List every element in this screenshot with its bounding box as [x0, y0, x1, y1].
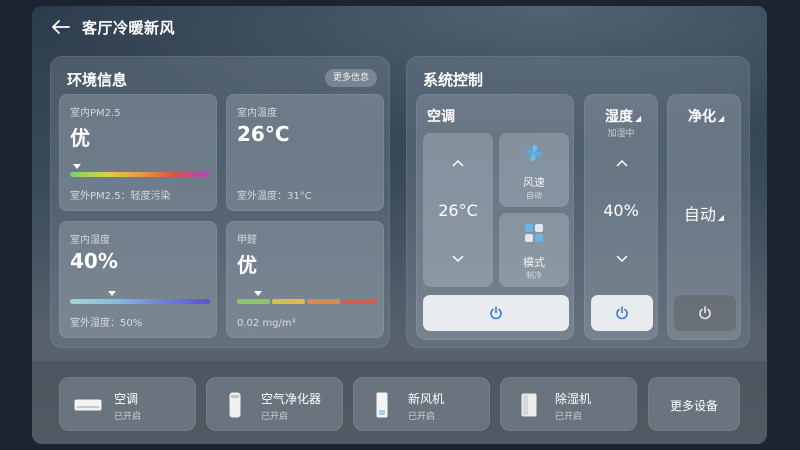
formaldehyde-seg-1 — [237, 299, 270, 304]
purify-control-value: 自动 ◢ — [668, 201, 740, 225]
humidity-label: 室内湿度 — [70, 235, 110, 246]
formaldehyde-seg-4 — [342, 299, 377, 304]
formaldehyde-seg-3 — [307, 299, 340, 304]
arrow-left-icon — [52, 20, 70, 34]
power-icon — [490, 306, 502, 320]
humidity-outdoor: 室外湿度：50% — [70, 318, 143, 329]
mode-grid-icon — [525, 224, 543, 242]
pm25-marker — [73, 164, 81, 169]
humidity-card[interactable]: 室内湿度 40% 室外湿度：50% — [59, 221, 217, 338]
system-control-panel: 系统控制 空调 26°C 风速 自动 模式 制冷 湿度 ◢ 加湿中 40% 净化… — [406, 56, 750, 348]
humidity-control-panel: 湿度 ◢ 加湿中 40% — [584, 94, 658, 340]
ac-temp-value: 26°C — [438, 201, 478, 220]
fresh-air-icon — [368, 392, 396, 418]
air-purifier-icon — [221, 392, 249, 418]
temperature-stepper: 26°C — [423, 133, 493, 287]
device-fresh-air[interactable]: 新风机 已开启 — [353, 377, 490, 431]
device-name: 除湿机 — [555, 392, 592, 406]
expand-corner-icon[interactable]: ◢ — [635, 114, 641, 123]
humidity-control-value: 40% — [603, 201, 639, 220]
pm25-card[interactable]: 室内PM2.5 优 室外PM2.5：轻度污染 — [59, 94, 217, 211]
pm25-label: 室内PM2.5 — [70, 108, 121, 119]
device-bar: 空调 已开启 空气净化器 已开启 新风机 已开启 除湿机 已开启 更多设备 — [32, 361, 767, 444]
chevron-up-icon[interactable] — [452, 159, 464, 167]
device-screen: 客厅冷暖新风 环境信息 更多信息 室内PM2.5 优 室外PM2.5：轻度污染 … — [32, 6, 767, 444]
dehumidifier-icon — [515, 392, 543, 418]
mode-tile[interactable]: 模式 制冷 — [499, 213, 569, 287]
chevron-down-icon[interactable] — [616, 255, 628, 263]
temperature-card[interactable]: 室内温度 26°C 室外温度：31°C — [226, 94, 384, 211]
device-ac[interactable]: 空调 已开启 — [59, 377, 196, 431]
fan-speed-label: 风速 — [523, 176, 545, 189]
fan-speed-tile[interactable]: 风速 自动 — [499, 133, 569, 207]
device-name: 新风机 — [408, 392, 445, 406]
purify-control-title: 净化 ◢ — [688, 106, 724, 126]
mode-value: 制冷 — [526, 271, 542, 280]
ac-title: 空调 — [427, 109, 455, 125]
page-title: 客厅冷暖新风 — [82, 18, 176, 37]
air-conditioner-icon — [74, 392, 102, 418]
back-button[interactable] — [50, 16, 72, 38]
expand-corner-icon[interactable]: ◢ — [718, 114, 724, 123]
formaldehyde-seg-2 — [272, 299, 305, 304]
ac-power-button[interactable] — [423, 295, 569, 331]
humidity-control-title: 湿度 ◢ — [605, 106, 641, 126]
chevron-down-icon[interactable] — [452, 255, 464, 263]
temperature-outdoor: 室外温度：31°C — [237, 191, 312, 202]
pm25-value: 优 — [70, 126, 90, 150]
humidity-power-button[interactable] — [591, 295, 653, 331]
formaldehyde-sub: 0.02 mg/m³ — [237, 318, 296, 329]
humidity-status: 加湿中 — [607, 129, 635, 139]
header: 客厅冷暖新风 — [50, 12, 175, 42]
purify-control-panel: 净化 ◢ 自动 ◢ — [667, 94, 741, 340]
purify-power-button[interactable] — [674, 295, 736, 331]
system-control-title: 系统控制 — [423, 71, 484, 89]
purify-mode-text: 自动 — [683, 205, 716, 224]
env-info-panel: 环境信息 更多信息 室内PM2.5 优 室外PM2.5：轻度污染 室内温度 26… — [50, 56, 390, 348]
humidity-value: 40% — [70, 249, 118, 273]
more-devices-label: 更多设备 — [669, 399, 718, 413]
power-icon — [616, 306, 628, 320]
device-dehumidifier[interactable]: 除湿机 已开启 — [500, 377, 637, 431]
expand-corner-icon[interactable]: ◢ — [718, 213, 724, 222]
more-info-button[interactable]: 更多信息 — [324, 69, 377, 87]
env-info-title: 环境信息 — [67, 71, 128, 89]
device-status: 已开启 — [555, 412, 583, 422]
temperature-label: 室内温度 — [237, 108, 277, 119]
humidity-marker — [108, 291, 116, 296]
pm25-gradient-bar — [70, 172, 210, 177]
formaldehyde-value: 优 — [237, 253, 257, 277]
formaldehyde-marker — [254, 291, 262, 296]
formaldehyde-card[interactable]: 甲醛 优 0.02 mg/m³ — [226, 221, 384, 338]
mode-label: 模式 — [523, 256, 545, 269]
device-status: 已开启 — [114, 412, 142, 422]
device-air-purifier[interactable]: 空气净化器 已开启 — [206, 377, 343, 431]
device-status: 已开启 — [408, 412, 436, 422]
power-icon — [699, 306, 711, 320]
ac-panel: 空调 26°C 风速 自动 模式 制冷 — [416, 94, 574, 340]
humidity-gradient-bar — [70, 299, 210, 304]
device-name: 空气净化器 — [261, 392, 322, 406]
humidity-control-title-text: 湿度 — [605, 109, 633, 125]
temperature-value: 26°C — [237, 122, 290, 146]
purify-control-title-text: 净化 — [688, 109, 716, 125]
formaldehyde-label: 甲醛 — [237, 235, 257, 246]
pm25-outdoor: 室外PM2.5：轻度污染 — [70, 191, 171, 202]
fan-icon — [525, 144, 543, 162]
more-devices-button[interactable]: 更多设备 — [648, 377, 740, 431]
device-name: 空调 — [114, 392, 139, 406]
chevron-up-icon[interactable] — [616, 159, 628, 167]
device-status: 已开启 — [261, 412, 289, 422]
fan-speed-value: 自动 — [526, 191, 542, 200]
